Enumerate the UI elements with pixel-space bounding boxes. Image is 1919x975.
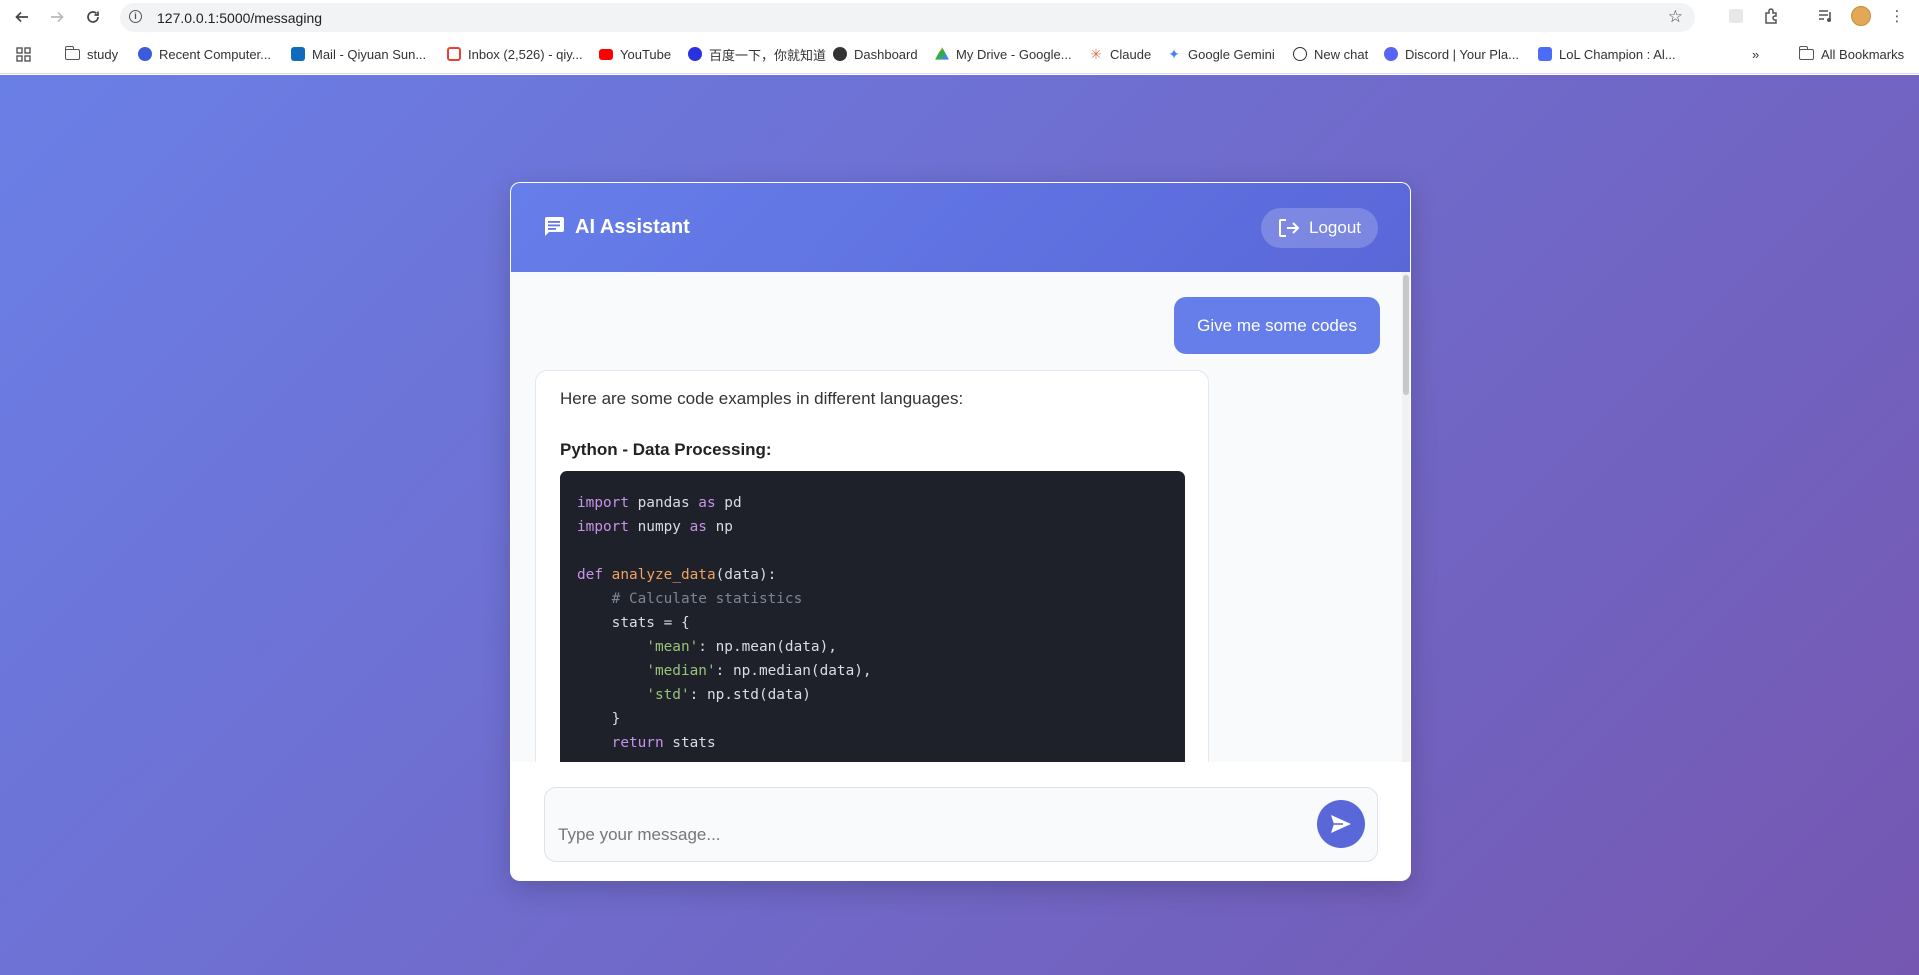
baidu-icon — [688, 47, 702, 61]
gmail-icon — [447, 47, 461, 61]
folder-icon — [1798, 45, 1814, 60]
outlook-icon — [291, 47, 305, 61]
message-list[interactable]: Give me some codes Here are some code ex… — [511, 272, 1410, 762]
send-button[interactable] — [1317, 800, 1365, 848]
folder-icon — [64, 45, 80, 60]
chat-header: AI Assistant Logout — [511, 183, 1410, 272]
lol-icon — [1538, 47, 1552, 61]
gemini-icon: ✦ — [1168, 46, 1180, 62]
reload-button[interactable] — [79, 3, 107, 31]
bookmark-discord[interactable]: Discord | Your Pla... — [1384, 44, 1519, 64]
app-title: AI Assistant — [575, 216, 690, 238]
assistant-message-bubble: Here are some code examples in different… — [535, 370, 1209, 762]
bookmarks-bar: study Recent Computer... Mail - Qiyuan S… — [0, 35, 1919, 74]
dashboard-icon — [833, 47, 847, 61]
code-block: import pandas as pd import numpy as np d… — [560, 471, 1185, 762]
extension-placeholder-icon[interactable] — [1725, 5, 1747, 27]
url-text: 127.0.0.1:5000/messaging — [157, 10, 323, 26]
composer-area: Type your message... — [511, 762, 1410, 880]
code-content: import pandas as pd import numpy as np d… — [577, 495, 872, 751]
logout-button[interactable]: Logout — [1261, 208, 1378, 248]
media-control-icon[interactable] — [1815, 5, 1837, 27]
message-input[interactable]: Type your message... — [544, 787, 1378, 862]
user-message-bubble: Give me some codes — [1174, 297, 1380, 354]
bookmark-inbox[interactable]: Inbox (2,526) - qiy... — [447, 44, 583, 64]
bookmark-my-drive[interactable]: My Drive - Google... — [935, 44, 1072, 64]
profile-avatar[interactable] — [1850, 5, 1872, 27]
openai-icon — [1293, 47, 1307, 61]
bookmark-claude[interactable]: ✳ Claude — [1089, 44, 1151, 64]
site-info-icon[interactable]: i — [129, 10, 142, 23]
chat-window: AI Assistant Logout Give me some codes H… — [510, 182, 1411, 881]
all-bookmarks-folder[interactable]: All Bookmarks — [1798, 44, 1904, 64]
bookmark-gemini[interactable]: ✦ Google Gemini — [1167, 44, 1275, 64]
discord-icon — [1384, 47, 1398, 61]
bookmark-star-icon[interactable]: ☆ — [1668, 7, 1683, 27]
chat-bubble-icon — [545, 217, 564, 236]
browser-menu-icon[interactable]: ⋮ — [1886, 5, 1908, 27]
extensions-puzzle-icon[interactable] — [1761, 5, 1783, 27]
logout-icon — [1279, 219, 1300, 237]
claude-icon: ✳ — [1090, 46, 1102, 62]
bookmark-baidu[interactable]: 百度一下，你就知道 — [688, 44, 826, 64]
bookmark-lol-champion[interactable]: LoL Champion : Al... — [1538, 44, 1676, 64]
logout-label: Logout — [1309, 218, 1361, 237]
address-bar[interactable]: i 127.0.0.1:5000/messaging ☆ — [120, 3, 1695, 32]
back-button[interactable] — [8, 3, 36, 31]
send-icon — [1331, 815, 1351, 833]
youtube-icon — [599, 48, 613, 60]
more-bookmarks-chevron-icon[interactable]: » — [1752, 44, 1759, 64]
bookmark-dashboard[interactable]: Dashboard — [833, 44, 918, 64]
message-scrollbar[interactable] — [1402, 272, 1410, 762]
bookmark-study[interactable]: study — [64, 44, 118, 64]
bookmark-youtube[interactable]: YouTube — [599, 44, 671, 64]
site-icon — [138, 47, 152, 61]
bookmark-recent-computer[interactable]: Recent Computer... — [138, 44, 271, 64]
page-background: AI Assistant Logout Give me some codes H… — [0, 75, 1919, 975]
bookmark-mail[interactable]: Mail - Qiyuan Sun... — [291, 44, 426, 64]
browser-toolbar: i 127.0.0.1:5000/messaging ☆ ⋮ — [0, 0, 1919, 35]
assistant-intro-text: Here are some code examples in different… — [560, 389, 964, 408]
user-message-text: Give me some codes — [1197, 315, 1357, 335]
bookmark-new-chat[interactable]: New chat — [1293, 44, 1368, 64]
drive-icon — [935, 47, 949, 60]
message-input-placeholder: Type your message... — [558, 825, 721, 844]
assistant-code-heading: Python - Data Processing: — [560, 440, 772, 459]
scrollbar-thumb[interactable] — [1403, 275, 1409, 395]
forward-button[interactable] — [43, 3, 71, 31]
apps-grid-icon[interactable] — [16, 44, 31, 64]
